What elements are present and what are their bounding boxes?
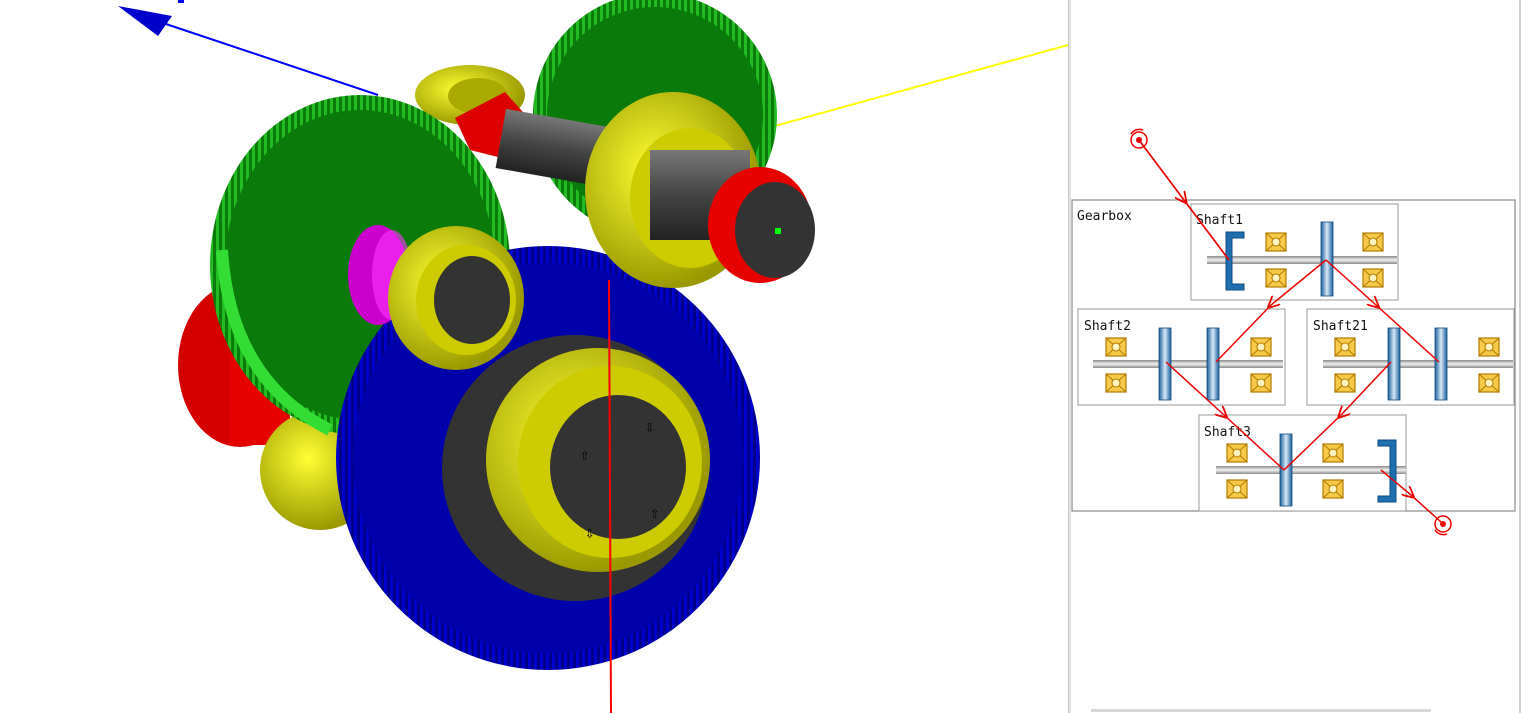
gear-icon <box>1320 221 1334 297</box>
gear-icon <box>1279 433 1293 507</box>
arrow-icon: ⇩ <box>645 417 655 436</box>
arrow-icon: ⇩ <box>585 523 595 542</box>
x-axis-line <box>159 21 379 96</box>
shaft3-block[interactable]: Shaft3 <box>1198 414 1407 512</box>
x-axis-arrow-icon <box>118 6 172 36</box>
shaft2-label: Shaft2 <box>1084 319 1131 334</box>
gearbox-label: Gearbox <box>1077 209 1132 224</box>
horizontal-scrollbar[interactable] <box>1091 709 1431 712</box>
arrow-icon: ⇧ <box>580 445 590 464</box>
torque-input-icon[interactable] <box>1130 128 1148 149</box>
shaft21-block[interactable]: Shaft21 <box>1306 308 1515 406</box>
torque-output-icon[interactable] <box>1434 515 1452 536</box>
schematic-canvas[interactable]: Gearbox Shaft1 Shaft2 Shaft21 Shaft3 <box>1071 0 1521 713</box>
shaft21-label: Shaft21 <box>1313 319 1368 334</box>
y-axis-line <box>759 44 1068 131</box>
arrow-icon: ⇧ <box>650 503 660 522</box>
3d-viewport[interactable]: ⇧ ⇩ ⇧ ⇩ <box>0 0 1068 713</box>
pivot-point <box>775 228 781 234</box>
gear-icon <box>1206 327 1220 401</box>
gearbox-schematic-pane[interactable]: Gearbox Shaft1 Shaft2 Shaft21 Shaft3 <box>1071 0 1521 713</box>
gear-icon <box>1434 327 1448 401</box>
gearbox-3d-model[interactable]: ⇧ ⇩ ⇧ ⇩ <box>0 0 1068 713</box>
